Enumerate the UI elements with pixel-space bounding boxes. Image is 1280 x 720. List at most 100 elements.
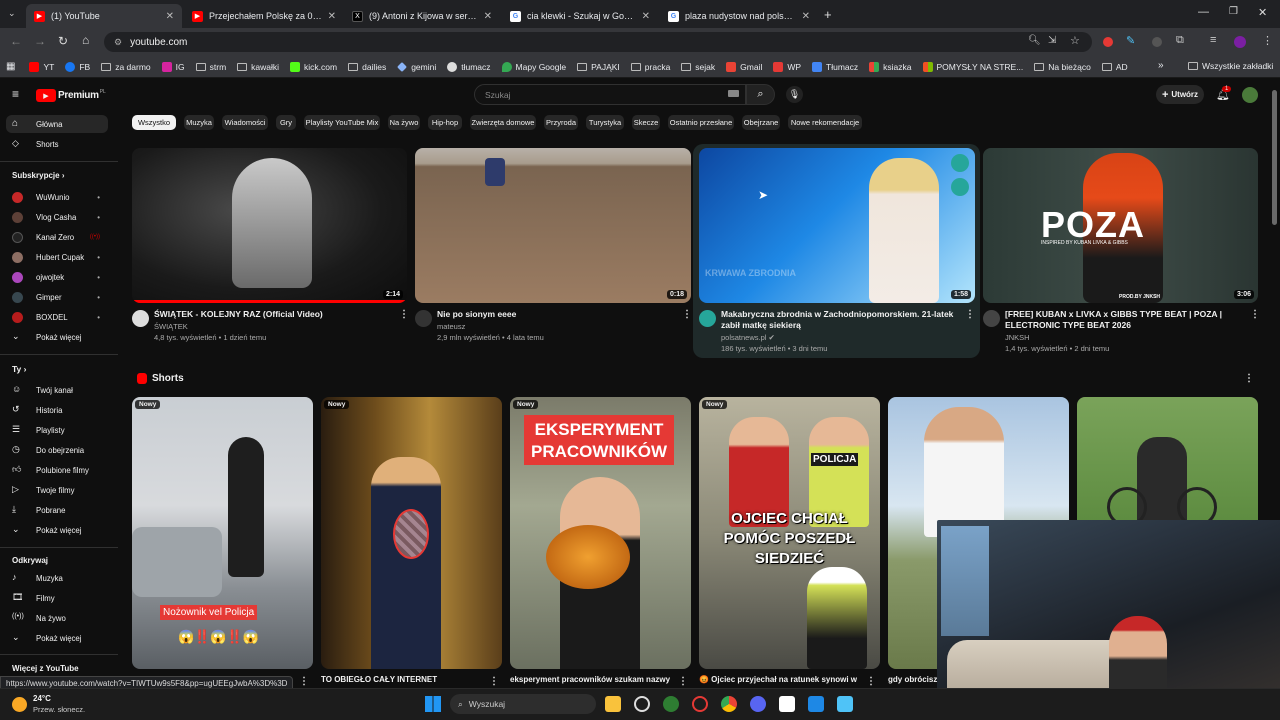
hamburger-menu-icon[interactable]: ≡ [12,87,19,101]
chip-filter[interactable]: Przyroda [544,115,578,130]
zoom-icon[interactable]: 🔍︎ [1028,35,1041,46]
sidebar-item-your-channel[interactable]: ☺ Twój kanał [6,381,108,399]
tab-x[interactable]: X (9) Antoni z Kijowa w serwisie X ✕ [344,4,500,28]
sidebar-item-playlists[interactable]: ☰ Playlisty [6,421,108,439]
close-icon[interactable]: ✕ [166,11,174,22]
bookmark-folder[interactable]: sejak [681,62,715,72]
chip-filter[interactable]: Muzyka [184,115,214,130]
more-options-icon[interactable]: ⋮ [866,677,876,687]
create-button[interactable]: + Utwórz [1156,85,1204,104]
sidebar-item-live[interactable]: ((•)) Na żywo [6,609,108,627]
bookmark-folder[interactable]: dailies [348,62,386,72]
more-options-icon[interactable]: ⋮ [1244,374,1254,384]
bookmark-gemini[interactable]: gemini [397,62,436,72]
media-controls-icon[interactable]: ≡ [1210,34,1216,46]
video-thumbnail[interactable]: KRWAWA ZBRODNIA 1:58 [699,148,975,303]
youtube-logo[interactable]: ▶ Premium PL [36,89,106,102]
chip-all[interactable]: Wszystko [132,115,176,130]
bookmark-folder[interactable]: PAJĄKI [577,62,620,72]
channel-avatar[interactable] [699,310,716,327]
sidebar-item-movies[interactable]: 🎞︎ Filmy [6,589,108,607]
chip-filter[interactable]: Na żywo [388,115,420,130]
extensions-puzzle-icon[interactable]: ⧉ [1176,34,1184,47]
settings-gear-icon[interactable] [634,696,650,712]
extension-icon[interactable]: ✎ [1126,34,1135,47]
chip-filter[interactable]: Nowe rekomendacje [788,115,862,130]
bookmark-wp[interactable]: WP [773,61,801,72]
more-options-icon[interactable]: ⋮ [1250,310,1260,320]
bookmark-star-icon[interactable]: ☆ [1070,34,1080,47]
new-tab-button[interactable]: + [824,7,832,22]
file-explorer-icon[interactable] [605,696,621,712]
show-more-explore[interactable]: ⌄ Pokaż więcej [6,629,108,647]
sidebar-sub-item[interactable]: Hubert Cupak • [6,248,108,266]
close-icon[interactable]: ✕ [484,11,492,22]
video-title[interactable]: Nie po sionym eeee [437,309,673,320]
sidebar-sub-item[interactable]: Gimper • [6,288,108,306]
more-options-icon[interactable]: ⋮ [399,310,409,320]
chip-filter[interactable]: Wiadomości [222,115,268,130]
back-button[interactable]: ← [10,34,22,48]
close-icon[interactable]: ✕ [802,11,810,22]
weather-temp[interactable]: 24°C [33,694,51,703]
apps-grid-icon[interactable]: ▦ [6,61,15,72]
sidebar-item-your-videos[interactable]: ▷ Twoje filmy [6,481,108,499]
video-title[interactable]: ŚWIĄTEK - KOLEJNY RAZ (Official Video) [154,309,390,320]
short-thumbnail[interactable]: Nowy [321,397,502,669]
keyboard-icon[interactable] [728,90,739,97]
video-thumbnail[interactable]: 0:18 [415,148,691,303]
bookmark-fb[interactable]: FB [65,61,90,72]
windows-start-icon[interactable] [425,696,441,712]
sidebar-sub-item[interactable]: BOXDEL • [6,308,108,326]
chip-filter[interactable]: Playlisty YouTube Mix [304,115,380,130]
sidebar-item-shorts[interactable]: ◇ Shorts [6,135,108,153]
home-button[interactable]: ⌂ [82,33,89,47]
minimize-button[interactable]: — [1198,6,1209,18]
channel-avatar[interactable] [983,310,1000,327]
chrome-menu-icon[interactable]: ⋮ [1262,34,1273,47]
bookmark-ksiazka[interactable]: ksiazka [869,61,912,72]
sidebar-item-watch-later[interactable]: ◷ Do obejrzenia [6,441,108,459]
account-avatar[interactable] [1242,87,1258,103]
opera-icon[interactable] [692,696,708,712]
subscriptions-header[interactable]: Subskrypcje › [12,171,64,180]
chip-filter[interactable]: Zwierzęta domowe [470,115,536,130]
sidebar-item-history[interactable]: ↺ Historia [6,401,108,419]
taskbar-search[interactable]: ⌕ Wyszukaj [450,694,596,714]
bookmark-gmail[interactable]: Gmail [726,61,762,72]
bookmark-tlumacz[interactable]: tłumacz [447,61,491,72]
show-more-subs[interactable]: ⌄ Pokaż więcej [6,328,108,346]
chip-filter[interactable]: Obejrzane [742,115,780,130]
address-bar[interactable]: ⚙ youtube.com [104,32,1092,52]
bookmark-folder[interactable]: AD [1101,62,1128,72]
tab-google-search[interactable]: G cia klewki - Szukaj w Google ✕ [502,4,658,28]
forward-button[interactable]: → [34,34,46,48]
bookmark-maps[interactable]: Mapy Google [501,61,566,72]
sidebar-item-home[interactable]: ⌂ Główna [6,115,108,133]
extension-icon-2[interactable] [1152,37,1162,47]
channel-name[interactable]: JNKSH [1005,332,1030,343]
bookmark-folder[interactable]: pracka [630,62,670,72]
short-title[interactable]: 😡 Ojciec przyjechał na ratunek synowi w [699,675,861,684]
weather-sun-icon[interactable] [12,697,27,712]
tab-przejechalem[interactable]: ▶ Przejechałem Polskę za 0zł jako... ✕ [184,4,344,28]
more-options-icon[interactable]: ⋮ [489,677,499,687]
video-thumbnail[interactable]: POZA INSPIRED BY KUBAN LIVKA & GIBBS PRO… [983,148,1258,303]
chrome-icon[interactable] [721,696,737,712]
weather-desc[interactable]: Przew. słonecz. [33,705,85,714]
profile-avatar[interactable] [1234,36,1246,48]
tab-search-icon[interactable]: ⌄ [8,8,16,19]
chip-filter[interactable]: Ostatnio przesłane [668,115,734,130]
page-scrollbar[interactable] [1272,90,1277,225]
site-info-icon[interactable]: ⚙ [114,37,122,48]
obs-app-icon[interactable] [779,696,795,712]
short-thumbnail[interactable]: EKSPERYMENT PRACOWNIKÓW Nowy [510,397,691,669]
reload-button[interactable]: ↻ [58,34,68,48]
bookmark-pomysly[interactable]: POMYSŁY NA STRE... [922,61,1023,72]
short-title[interactable]: gdy obrócisz s [888,675,942,684]
channel-name[interactable]: ŚWIĄTEK [154,321,188,332]
address-url[interactable]: youtube.com [130,37,187,48]
search-input[interactable]: Szukaj [474,84,746,105]
app-icon[interactable] [808,696,824,712]
close-icon[interactable]: ✕ [328,11,336,22]
